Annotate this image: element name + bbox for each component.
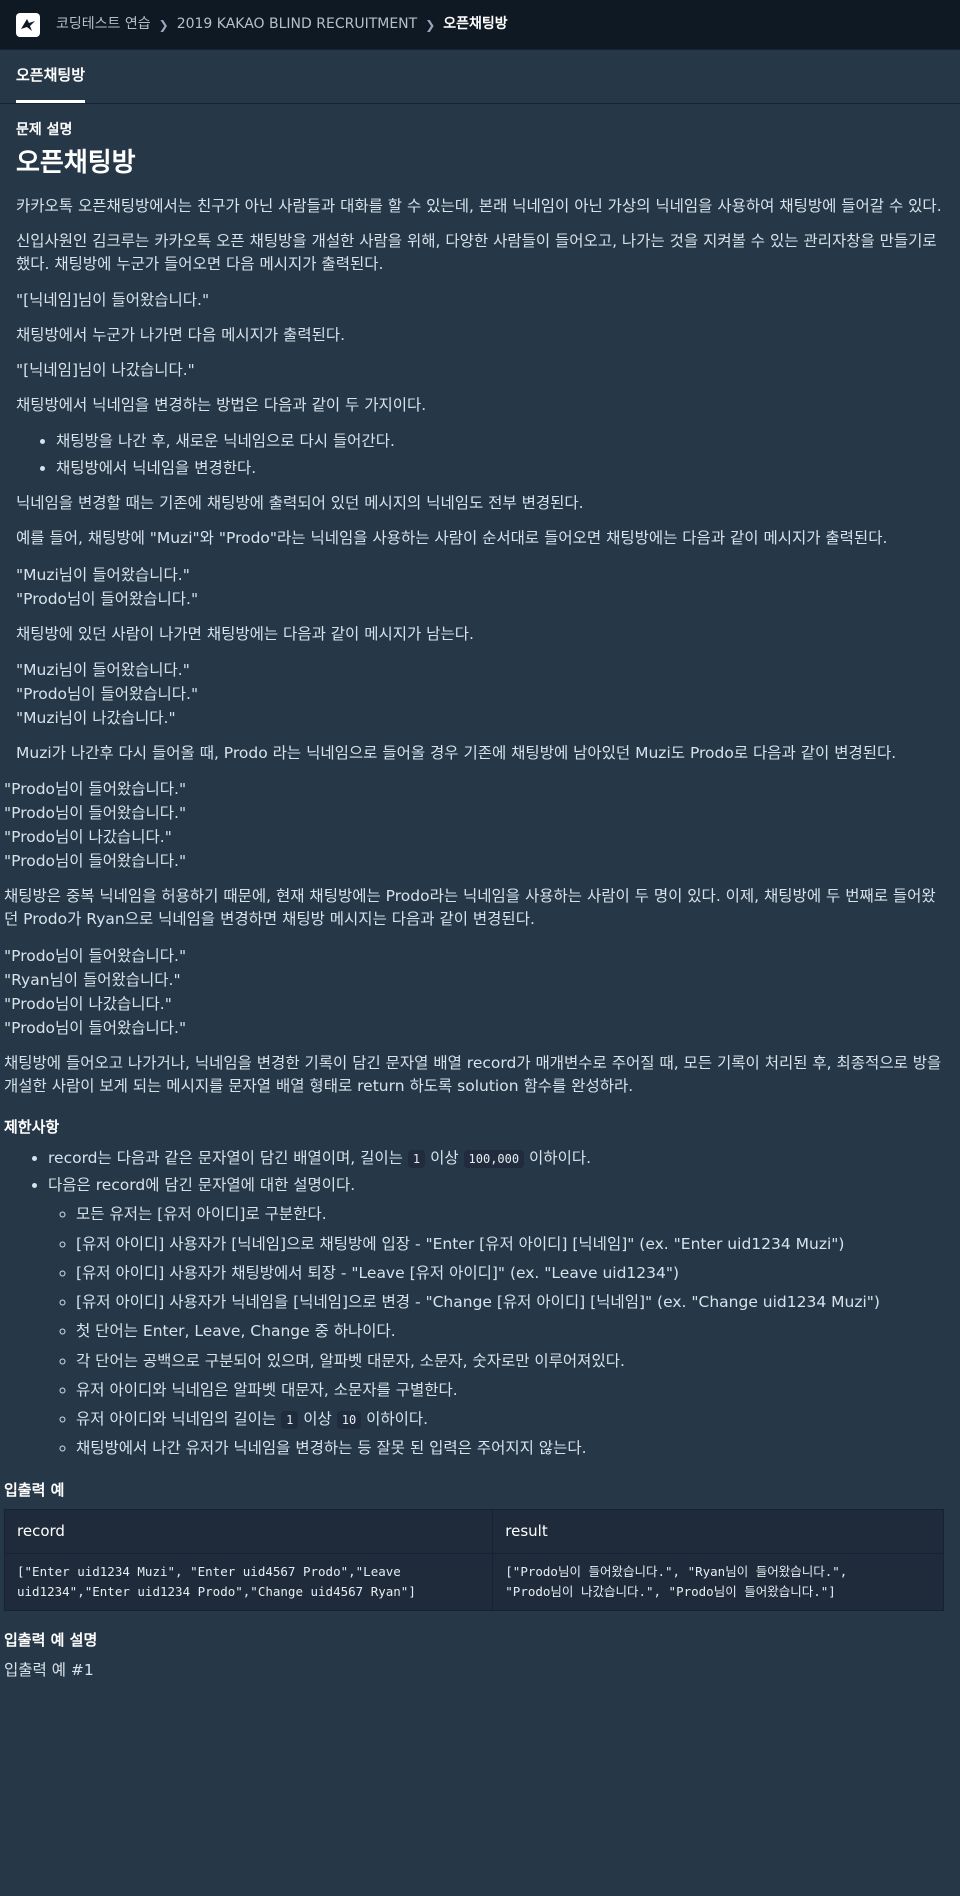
record-cell: ["Enter uid1234 Muzi", "Enter uid4567 Pr… xyxy=(3,1552,494,1611)
constraint-item: record는 다음과 같은 문자열이 담긴 배열이며, 길이는 1 이상 10… xyxy=(48,1147,944,1170)
io-example-table: record result ["Enter uid1234 Muzi", "En… xyxy=(3,1509,944,1611)
list-item: 채팅방에서 닉네임을 변경한다. xyxy=(56,457,944,480)
list-item: 채팅방을 나간 후, 새로운 닉네임으로 다시 들어간다. xyxy=(56,430,944,453)
example-block-1: "Muzi님이 들어왔습니다." "Prodo님이 들어왔습니다." xyxy=(16,563,944,611)
paragraph: 채팅방에서 닉네임을 변경하는 방법은 다음과 같이 두 가지이다. xyxy=(16,396,427,415)
rule-item: 채팅방에서 나간 유저가 닉네임을 변경하는 등 잘못 된 입력은 주어지지 않… xyxy=(76,1437,944,1460)
breadcrumb-current: 오픈채팅방 xyxy=(443,16,508,32)
tab-bar: 오픈채팅방 xyxy=(0,50,960,104)
top-navbar: 코딩테스트 연습 ❯ 2019 KAKAO BLIND RECRUITMENT … xyxy=(0,0,960,50)
code-line: uid1234","Enter uid1234 Prodo","Change u… xyxy=(17,1583,416,1599)
rule-item: 각 단어는 공백으로 구분되어 있으며, 알파벳 대문자, 소문자, 숫자로만 … xyxy=(76,1350,944,1373)
breadcrumb-kakao[interactable]: 2019 KAKAO BLIND RECRUITMENT xyxy=(177,14,418,35)
paragraph: Muzi가 나간후 다시 들어올 때, Prodo 라는 닉네임으로 들어올 경… xyxy=(16,743,897,762)
example-block-3: "Prodo님이 들어왔습니다." "Prodo님이 들어왔습니다." "Pro… xyxy=(4,777,944,873)
constraint-item: 다음은 record에 담긴 문자열에 대한 설명이다. 모든 유저는 [유저 … xyxy=(48,1174,944,1461)
rule-text: 이하이다. xyxy=(366,1410,429,1428)
example-line: "Prodo님이 들어왔습니다." xyxy=(4,780,187,799)
paragraph: 신입사원인 김크루는 카카오톡 오픈 채팅방을 개설한 사람을 위해, 다양한 … xyxy=(16,232,937,274)
example-line: "Prodo님이 들어왔습니다." xyxy=(4,852,187,871)
rule-item: 첫 단어는 Enter, Leave, Change 중 하나이다. xyxy=(76,1320,944,1343)
inline-code: 1 xyxy=(281,1411,299,1429)
example-line: "Prodo님이 들어왔습니다." xyxy=(4,804,187,823)
code-line: "Prodo님이 나갔습니다.", "Prodo님이 들어왔습니다."] xyxy=(505,1583,836,1599)
table-header-row: record result xyxy=(3,1509,944,1554)
table-row: ["Enter uid1234 Muzi", "Enter uid4567 Pr… xyxy=(3,1552,944,1611)
example-line: "Prodo님이 나갔습니다." xyxy=(4,994,172,1013)
code-line: ["Enter uid1234 Muzi", "Enter uid4567 Pr… xyxy=(17,1563,401,1579)
inline-code: 100,000 xyxy=(463,1149,525,1168)
tab-problem[interactable]: 오픈채팅방 xyxy=(16,64,86,103)
example-line: "Muzi님이 들어왔습니다." xyxy=(16,565,190,584)
column-header-result: result xyxy=(492,1509,944,1554)
io-example-label: 입출력 예 #1 xyxy=(4,1661,94,1679)
example-line: "Prodo님이 들어왔습니다." xyxy=(4,1018,187,1037)
chevron-right-icon: ❯ xyxy=(158,17,169,32)
constraints-list: record는 다음과 같은 문자열이 담긴 배열이며, 길이는 1 이상 10… xyxy=(4,1147,944,1461)
rule-item: [유저 아이디] 사용자가 채팅방에서 퇴장 - "Leave [유저 아이디]… xyxy=(76,1262,944,1285)
breadcrumb-coding-test[interactable]: 코딩테스트 연습 xyxy=(56,14,151,35)
inline-code: 10 xyxy=(336,1411,362,1429)
paragraph: 채팅방에 들어오고 나가거나, 닉네임을 변경한 기록이 담긴 문자열 배열 r… xyxy=(4,1053,942,1095)
quote-enter: "[닉네임]님이 들어왔습니다." xyxy=(16,290,210,309)
column-header-record: record xyxy=(3,1509,494,1554)
example-line: "Muzi님이 나갔습니다." xyxy=(16,708,176,727)
programmers-logo-icon[interactable] xyxy=(16,12,40,37)
example-line: "Prodo님이 나갔습니다." xyxy=(4,828,172,847)
paragraph: 예를 들어, 채팅방에 "Muzi"와 "Prodo"라는 닉네임을 사용하는 … xyxy=(16,529,888,548)
rule-text: 이상 xyxy=(303,1410,332,1428)
record-rules-list: 모든 유저는 [유저 아이디]로 구분한다. [유저 아이디] 사용자가 [닉네… xyxy=(48,1203,944,1460)
rule-item: 유저 아이디와 닉네임은 알파벳 대문자, 소문자를 구별한다. xyxy=(76,1379,944,1402)
paragraph: 채팅방에 있던 사람이 나가면 채팅방에는 다음과 같이 메시지가 남는다. xyxy=(16,624,474,643)
rule-text: 유저 아이디와 닉네임의 길이는 xyxy=(76,1410,277,1428)
section-label: 문제 설명 xyxy=(16,122,73,138)
paragraph: 채팅방은 중복 닉네임을 허용하기 때문에, 현재 채팅방에는 Prodo라는 … xyxy=(4,887,936,929)
problem-title: 오픈채팅방 xyxy=(16,148,136,178)
inline-code: 1 xyxy=(407,1149,426,1168)
example-line: "Prodo님이 들어왔습니다." xyxy=(16,684,199,703)
constraint-text: record는 다음과 같은 문자열이 담긴 배열이며, 길이는 xyxy=(48,1148,403,1167)
result-cell: ["Prodo님이 들어왔습니다.", "Ryan님이 들어왔습니다.", "P… xyxy=(492,1552,944,1611)
rule-item: [유저 아이디] 사용자가 닉네임을 [닉네임]으로 변경 - "Change … xyxy=(76,1291,944,1314)
methods-list: 채팅방을 나간 후, 새로운 닉네임으로 다시 들어간다. 채팅방에서 닉네임을… xyxy=(16,430,944,481)
problem-content: 문제 설명 오픈채팅방 카카오톡 오픈채팅방에서는 친구가 아닌 사람들과 대화… xyxy=(0,120,960,1682)
constraint-text: 이하이다. xyxy=(529,1148,592,1167)
example-block-4: "Prodo님이 들어왔습니다." "Ryan님이 들어왔습니다." "Prod… xyxy=(4,944,944,1040)
io-example-heading: 입출력 예 xyxy=(4,1480,65,1499)
paragraph: 닉네임을 변경할 때는 기존에 채팅방에 출력되어 있던 메시지의 닉네임도 전… xyxy=(16,494,584,513)
code-line: ["Prodo님이 들어왔습니다.", "Ryan님이 들어왔습니다.", xyxy=(505,1563,848,1579)
chevron-right-icon: ❯ xyxy=(425,17,436,32)
example-line: "Ryan님이 들어왔습니다." xyxy=(4,970,181,989)
constraint-text: 이상 xyxy=(430,1148,459,1167)
constraint-text: 다음은 record에 담긴 문자열에 대한 설명이다. xyxy=(48,1176,356,1194)
example-line: "Muzi님이 들어왔습니다." xyxy=(16,660,190,679)
paragraph: 카카오톡 오픈채팅방에서는 친구가 아닌 사람들과 대화를 할 수 있는데, 본… xyxy=(16,196,942,215)
constraints-heading: 제한사항 xyxy=(4,1118,60,1137)
breadcrumb: 코딩테스트 연습 ❯ 2019 KAKAO BLIND RECRUITMENT … xyxy=(56,14,508,35)
example-line: "Prodo님이 들어왔습니다." xyxy=(16,589,199,608)
rule-item: [유저 아이디] 사용자가 [닉네임]으로 채팅방에 입장 - "Enter [… xyxy=(76,1233,944,1256)
example-block-2: "Muzi님이 들어왔습니다." "Prodo님이 들어왔습니다." "Muzi… xyxy=(16,658,944,730)
rule-item: 유저 아이디와 닉네임의 길이는 1 이상 10 이하이다. xyxy=(76,1408,944,1431)
io-explain-heading: 입출력 예 설명 xyxy=(4,1630,98,1649)
example-line: "Prodo님이 들어왔습니다." xyxy=(4,946,187,965)
paragraph: 채팅방에서 누군가 나가면 다음 메시지가 출력된다. xyxy=(16,325,346,344)
rule-item: 모든 유저는 [유저 아이디]로 구분한다. xyxy=(76,1203,944,1226)
quote-leave: "[닉네임]님이 나갔습니다." xyxy=(16,361,195,380)
